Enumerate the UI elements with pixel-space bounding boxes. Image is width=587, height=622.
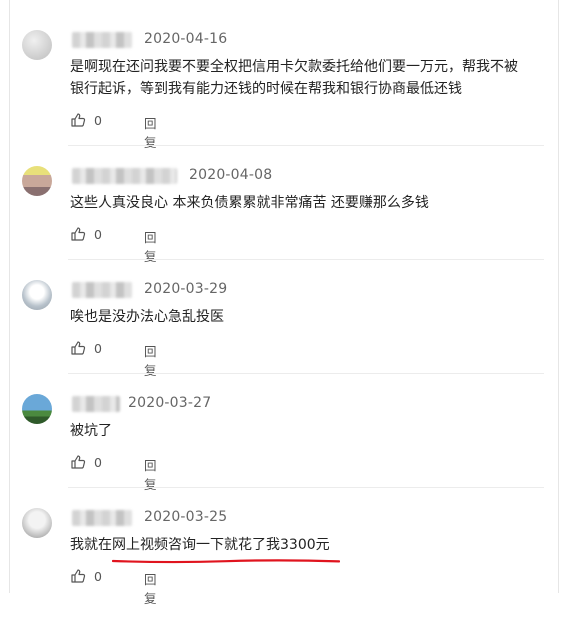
avatar[interactable] [22, 508, 52, 538]
comment-date: 2020-03-29 [144, 281, 228, 297]
thumbs-up-icon [71, 341, 86, 355]
thumbs-up-icon [71, 227, 86, 241]
comment-text: 这些人真没良心 本来负债累累就非常痛苦 还要赚那么多钱 [70, 195, 429, 211]
comment-text: 是啊现在还问我要不要全权把信用卡欠款委托给他们要一万元，帮我不被银行起诉，等到我… [70, 59, 518, 97]
username-blurred[interactable] [72, 510, 132, 526]
reply-button[interactable]: 回复 [144, 569, 157, 607]
comment-text: 被坑了 [70, 423, 112, 439]
like-count: 0 [94, 112, 102, 128]
like-count: 0 [94, 340, 102, 356]
comment-text: 唉也是没办法心急乱投医 [70, 309, 224, 325]
comment-date: 2020-03-25 [144, 509, 228, 525]
comment-item: 2020-03-29 唉也是没办法心急乱投医 0 回复 [0, 280, 587, 394]
avatar[interactable] [22, 280, 52, 310]
like-count: 0 [94, 226, 102, 242]
like-button[interactable]: 0 [70, 112, 102, 128]
divider [68, 259, 544, 260]
username-blurred[interactable] [72, 32, 132, 48]
comment-item: 2020-03-25 我就在网上视频咨询一下就花了我3300元 0 回复 [0, 508, 587, 622]
thumbs-up-icon [71, 113, 86, 127]
like-button[interactable]: 0 [70, 568, 102, 584]
like-button[interactable]: 0 [70, 340, 102, 356]
username-blurred[interactable] [72, 168, 177, 184]
username-blurred[interactable] [72, 396, 120, 412]
comment-date: 2020-04-16 [144, 31, 228, 47]
divider [68, 145, 544, 146]
like-button[interactable]: 0 [70, 226, 102, 242]
like-count: 0 [94, 454, 102, 470]
like-count: 0 [94, 568, 102, 584]
comment-date: 2020-04-08 [189, 167, 273, 183]
avatar[interactable] [22, 30, 52, 60]
thumbs-up-icon [71, 569, 86, 583]
comment-item: 2020-03-27 被坑了 0 回复 [0, 394, 587, 508]
avatar[interactable] [22, 394, 52, 424]
comment-item: 2020-04-08 这些人真没良心 本来负债累累就非常痛苦 还要赚那么多钱 0… [0, 166, 587, 280]
like-button[interactable]: 0 [70, 454, 102, 470]
avatar[interactable] [22, 166, 52, 196]
red-underline-annotation [112, 559, 340, 564]
thumbs-up-icon [71, 455, 86, 469]
divider [68, 487, 544, 488]
username-blurred[interactable] [72, 282, 132, 298]
comment-text: 我就在网上视频咨询一下就花了我3300元 [70, 537, 330, 553]
comment-item: 2020-04-16 是啊现在还问我要不要全权把信用卡欠款委托给他们要一万元，帮… [0, 30, 587, 150]
divider [68, 373, 544, 374]
comment-date: 2020-03-27 [128, 395, 212, 411]
